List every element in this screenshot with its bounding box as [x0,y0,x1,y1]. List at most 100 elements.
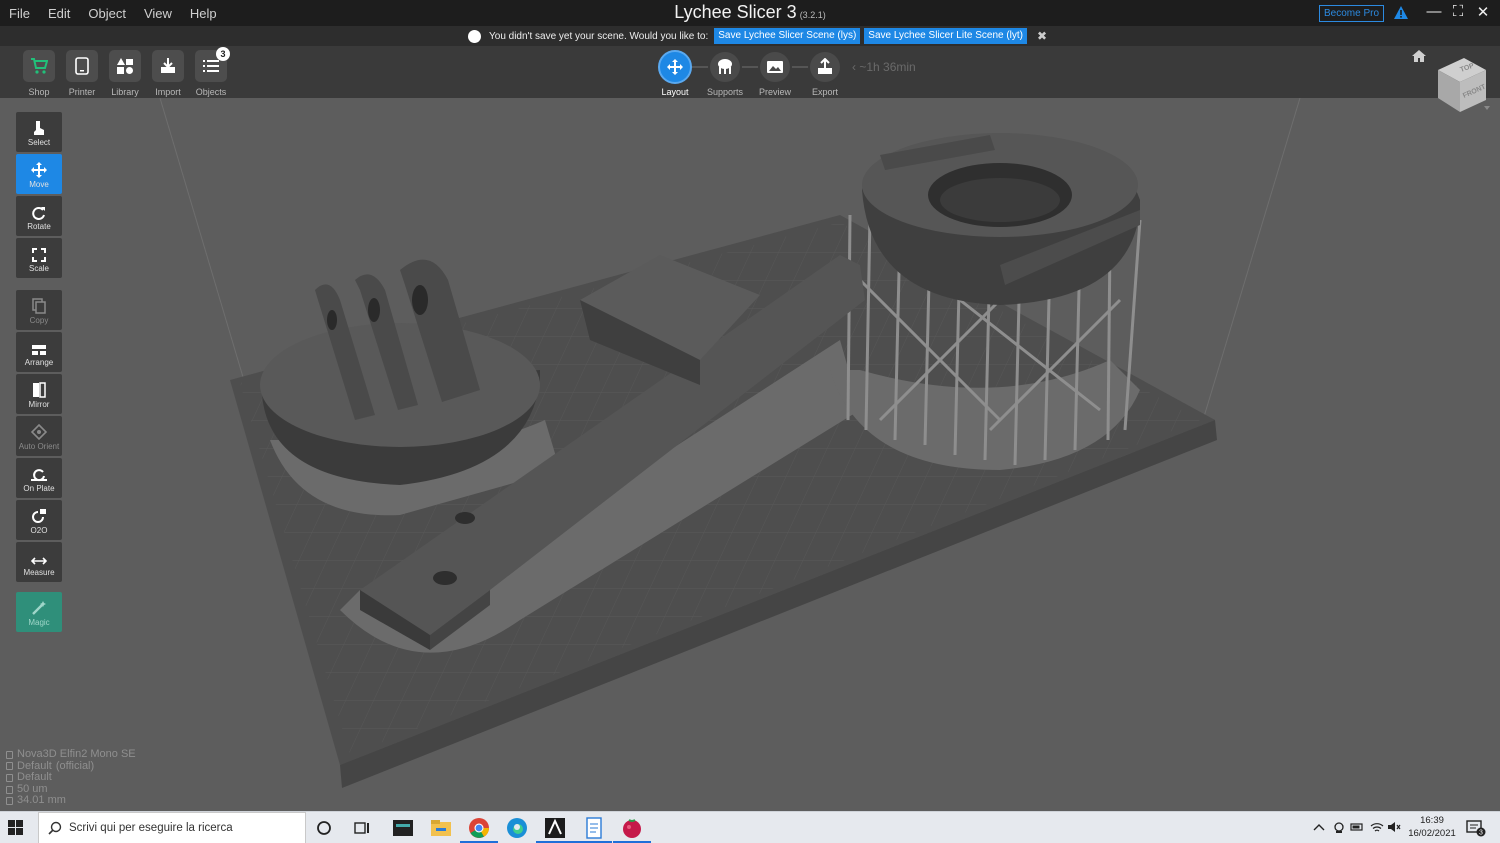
taskbar-search-box[interactable]: Scrivi qui per eseguire la ricerca [38,812,306,843]
printer-icon [75,57,89,75]
windows-start-icon[interactable] [8,820,24,836]
app-version: (3.2.1) [799,10,826,20]
search-icon [48,821,62,835]
import-label: Import [155,87,181,97]
scale-tool[interactable]: Scale [16,238,62,278]
tray-chevron-up-icon[interactable] [1313,822,1325,832]
move-icon [31,162,47,178]
printer-button[interactable]: Printer [65,50,99,97]
close-icon[interactable]: ✖ [1037,29,1047,43]
shop-button[interactable]: Shop [22,50,56,97]
step-layout[interactable]: Layout [655,50,695,97]
import-button[interactable]: Import [151,50,185,97]
auto-orient-icon [31,424,47,440]
rotate-icon [32,207,45,220]
cart-icon [31,58,48,74]
save-lys-button[interactable]: Save Lychee Slicer Scene (lys) [714,28,861,44]
cortana-icon[interactable] [316,820,332,836]
select-tool[interactable]: Select [16,112,62,152]
eta-value: ~1h 36min [859,60,916,74]
clock-time: 16:39 [1420,815,1444,826]
main-toolbar: Shop Printer Library Import 3 Objects La… [0,46,1500,98]
step-supports[interactable]: Supports [705,50,745,97]
search-placeholder: Scrivi qui per eseguire la ricerca [69,822,233,834]
arrange-label: Arrange [24,358,54,367]
battery-icon[interactable] [1350,822,1364,832]
view-cube[interactable]: TOP FRONT [1434,54,1494,116]
shop-label: Shop [28,87,50,97]
wifi-icon[interactable] [1370,820,1384,834]
mirror-icon [33,382,46,398]
menu-edit[interactable]: Edit [39,6,79,21]
notification-text: You didn't save yet your scene. Would yo… [489,30,709,42]
mirror-tool[interactable]: Mirror [16,374,62,414]
menu-object[interactable]: Object [79,6,135,21]
move-label: Move [29,180,49,189]
image-icon [767,61,783,73]
copy-tool[interactable]: Copy [16,290,62,330]
menu-file[interactable]: File [0,6,39,21]
calculator-app-icon[interactable] [391,816,415,840]
menu-help[interactable]: Help [181,6,226,21]
become-pro-button[interactable]: Become Pro [1319,5,1384,22]
chrome-icon[interactable] [467,816,491,840]
step-preview[interactable]: Preview [755,50,795,97]
notepad-icon[interactable] [582,816,606,840]
menu-view[interactable]: View [135,6,181,21]
magic-wand-icon [32,601,46,615]
windows-taskbar: Scrivi qui per eseguire la ricerca 16:39… [0,811,1500,843]
on-plate-tool[interactable]: On Plate [16,458,62,498]
maximize-button[interactable]: ⛶ [1448,3,1468,20]
printer-icon [6,750,13,759]
tray-device-icon[interactable] [1333,821,1345,834]
copy-label: Copy [29,316,49,325]
home-icon[interactable] [1410,48,1428,64]
move-tool[interactable]: Move [16,154,62,194]
notifications-icon[interactable]: 3 [1466,819,1486,837]
step-layout-label: Layout [661,87,689,97]
close-button[interactable]: ✕ [1473,3,1493,21]
edge-icon[interactable] [505,816,529,840]
export-icon [818,58,832,74]
taskbar-clock[interactable]: 16:39 16/02/2021 [1404,814,1460,840]
library-label: Library [111,87,139,97]
minimize-button[interactable]: — [1424,3,1444,20]
objects-count-badge: 3 [216,47,230,61]
layer-icon [6,785,13,794]
rotate-tool[interactable]: Rotate [16,196,62,236]
library-button[interactable]: Library [108,50,142,97]
profile-icon [6,762,13,771]
library-icon [117,58,133,74]
volume-muted-icon[interactable] [1387,821,1401,833]
task-view-icon[interactable] [354,820,370,836]
save-lyt-button[interactable]: Save Lychee Slicer Lite Scene (lyt) [864,28,1027,44]
resin-icon [6,773,13,782]
3d-viewport[interactable] [0,98,1500,811]
info-icon [468,29,481,43]
move-icon [667,59,683,75]
clock-date: 16/02/2021 [1408,828,1456,839]
o2o-tool[interactable]: O2O [16,500,62,540]
arrange-icon [32,345,46,355]
measure-icon [31,557,47,565]
height-icon [6,797,13,806]
unsaved-scene-notification: You didn't save yet your scene. Would yo… [0,26,1500,46]
o2o-icon [32,509,46,523]
printer-label: Printer [68,87,96,97]
step-preview-label: Preview [758,87,791,97]
raspberry-app-icon[interactable] [620,816,644,840]
objects-button[interactable]: 3 Objects [194,47,230,97]
arrange-tool[interactable]: Arrange [16,332,62,372]
file-explorer-icon[interactable] [429,816,453,840]
warning-icon[interactable] [1393,5,1409,20]
print-time-estimate: ‹ ~1h 36min [852,60,916,74]
measure-tool[interactable]: Measure [16,542,62,582]
model-height: 34.01 mm [17,794,66,807]
list-icon [203,60,219,72]
auto-orient-label: Auto Orient [18,442,60,451]
auto-orient-tool[interactable]: Auto Orient [16,416,62,456]
magic-tool[interactable]: Magic [16,592,62,632]
step-export[interactable]: Export [805,50,845,97]
o2o-label: O2O [30,526,48,535]
lychee-taskbar-icon[interactable] [543,816,567,840]
